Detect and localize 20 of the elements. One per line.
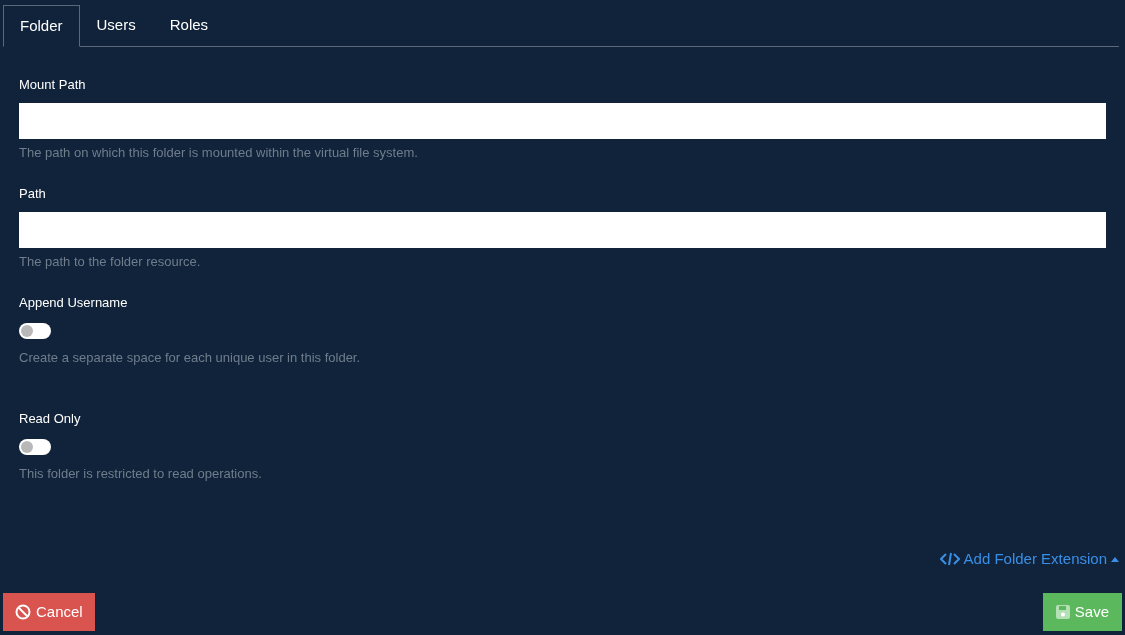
toggle-switch[interactable]: [19, 439, 51, 455]
ban-icon: [15, 604, 31, 620]
input-field[interactable]: [19, 212, 1106, 248]
tab[interactable]: Folder: [3, 5, 80, 47]
input-field[interactable]: [19, 103, 1106, 139]
help-text: Create a separate space for each unique user in this folder.: [19, 349, 362, 367]
toggle-switch[interactable]: [19, 323, 51, 339]
help-text: The path on which this folder is mounted within the virtual file system.: [19, 144, 419, 162]
help-text: The path to the folder resource.: [19, 253, 202, 271]
tab[interactable]: Users: [79, 5, 153, 46]
code-icon: [939, 552, 960, 567]
add-extension-link[interactable]: Add Folder Extension: [939, 548, 1119, 571]
field-label: Path: [19, 185, 47, 203]
field-label: Mount Path: [19, 76, 87, 94]
help-text: This folder is restricted to read operations.: [19, 465, 263, 483]
cancel-button[interactable]: Cancel: [3, 593, 95, 631]
tab[interactable]: Roles: [152, 5, 226, 46]
caret-up-icon: [1111, 556, 1119, 562]
field-label: Read Only: [19, 410, 82, 428]
field-label: Append Username: [19, 294, 129, 312]
